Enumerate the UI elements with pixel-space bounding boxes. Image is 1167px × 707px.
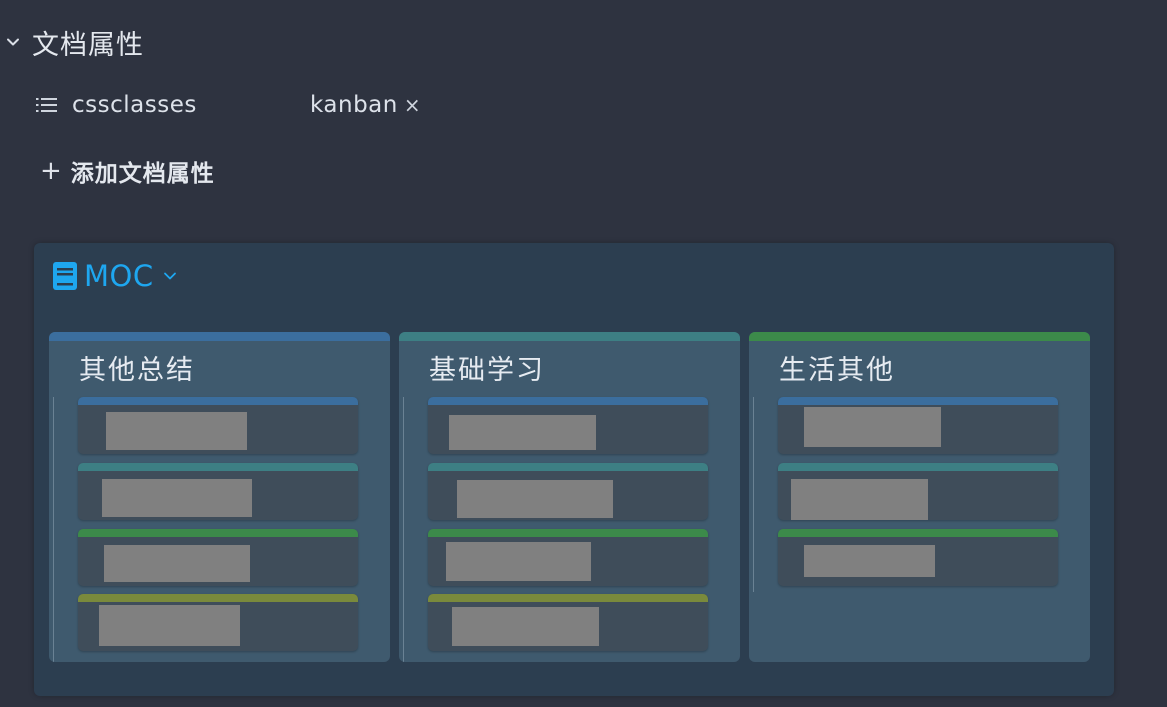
redacted-content-block <box>804 545 935 577</box>
kanban-column: 基础学习 <box>399 332 740 662</box>
redacted-content-block <box>99 605 240 646</box>
card-color-bar <box>428 529 708 537</box>
redacted-content-block <box>452 607 599 646</box>
kanban-card[interactable] <box>78 397 358 454</box>
list-icon <box>36 94 58 116</box>
redacted-content-block <box>449 415 596 450</box>
kanban-card[interactable] <box>78 529 358 586</box>
redacted-content-block <box>104 545 250 582</box>
redacted-content-block <box>804 407 941 447</box>
property-value-tag[interactable]: kanban × <box>310 92 421 118</box>
redacted-content-block <box>102 479 252 517</box>
redacted-content-block <box>106 412 247 450</box>
column-title[interactable]: 基础学习 <box>429 348 545 387</box>
kanban-card[interactable] <box>78 594 358 651</box>
properties-header[interactable]: 文档属性 <box>4 22 144 62</box>
kanban-card[interactable] <box>428 594 708 651</box>
plus-icon: + <box>40 156 63 186</box>
kanban-card[interactable] <box>78 463 358 520</box>
card-color-bar <box>428 397 708 405</box>
kanban-column: 生活其他 <box>749 332 1090 662</box>
column-color-bar <box>749 332 1090 341</box>
remove-tag-icon[interactable]: × <box>404 93 421 117</box>
redacted-content-block <box>446 542 591 581</box>
kanban-column: 其他总结 <box>49 332 390 662</box>
column-color-bar <box>399 332 740 341</box>
add-property-label: 添加文档属性 <box>70 161 215 187</box>
property-row-cssclasses[interactable]: cssclasses kanban × <box>36 86 536 124</box>
moc-header[interactable]: MOC <box>52 259 178 293</box>
card-color-bar <box>78 594 358 602</box>
book-icon <box>53 262 77 290</box>
card-color-bar <box>778 463 1058 471</box>
properties-title: 文档属性 <box>32 29 144 61</box>
card-color-bar <box>78 529 358 537</box>
chevron-down-icon[interactable] <box>162 268 178 284</box>
card-color-bar <box>428 594 708 602</box>
column-color-bar <box>49 332 390 341</box>
redacted-content-block <box>791 479 928 520</box>
property-value-label: kanban <box>310 92 398 118</box>
column-guide-line <box>53 397 54 662</box>
kanban-card[interactable] <box>428 529 708 586</box>
moc-title: MOC <box>84 259 154 293</box>
kanban-card[interactable] <box>778 463 1058 520</box>
kanban-card[interactable] <box>778 397 1058 454</box>
add-property-button[interactable]: + 添加文档属性 <box>40 152 215 190</box>
card-color-bar <box>778 397 1058 405</box>
card-color-bar <box>78 397 358 405</box>
property-key[interactable]: cssclasses <box>72 92 310 118</box>
card-color-bar <box>78 463 358 471</box>
kanban-card[interactable] <box>428 463 708 520</box>
card-color-bar <box>428 463 708 471</box>
kanban-card[interactable] <box>428 397 708 454</box>
kanban-card[interactable] <box>778 529 1058 586</box>
card-color-bar <box>778 529 1058 537</box>
moc-panel: MOC 其他总结 基础学习 生活其他 <box>34 243 1114 696</box>
chevron-down-icon[interactable] <box>4 33 22 51</box>
column-guide-line <box>753 397 754 592</box>
column-title[interactable]: 其他总结 <box>79 348 195 387</box>
column-title[interactable]: 生活其他 <box>779 348 895 387</box>
redacted-content-block <box>457 480 613 518</box>
column-guide-line <box>403 397 404 662</box>
